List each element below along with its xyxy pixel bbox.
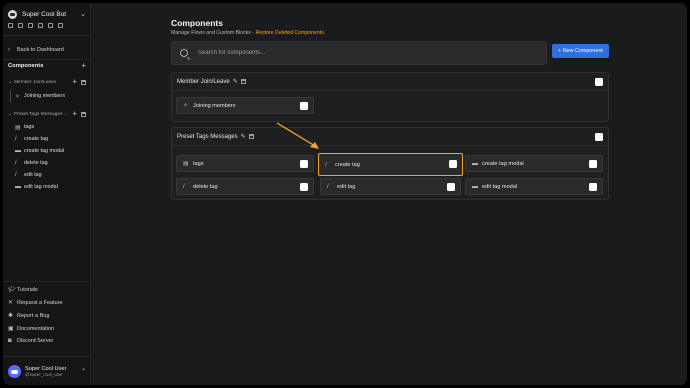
sidebar-item-label: edit tag	[24, 172, 42, 178]
avatar	[8, 365, 21, 378]
message-icon: ▤	[15, 124, 21, 131]
slash-icon: /	[15, 136, 17, 142]
trash-icon[interactable]	[81, 111, 86, 117]
link-label: Tutorials	[17, 286, 38, 293]
add-icon[interactable]: +	[72, 78, 77, 86]
discord-server-link[interactable]: ◙ Discord Server	[8, 338, 53, 344]
bot-selector[interactable]: Super Cool Bot ⌄	[8, 8, 86, 20]
tutorials-link[interactable]: 🎓︎ Tutorials	[8, 286, 38, 294]
sidebar-item-label: delete tag	[24, 160, 48, 166]
sidebar-item-label: edit tag modal	[24, 184, 58, 190]
sidebar-item-label: create tag modal	[24, 148, 65, 154]
annotation-arrow	[276, 122, 319, 149]
home-icon[interactable]	[8, 23, 13, 28]
folder-label: ⌄ Member Join/Leave	[8, 79, 57, 85]
main-content: Components Manage Flows and Custom Block…	[91, 3, 687, 385]
folder-label: ⌄ Preset Tags Messages ...	[8, 111, 68, 117]
back-to-dashboard-link[interactable]: ‹ Back to Dashboard	[8, 47, 64, 53]
bug-icon: ✱	[8, 313, 14, 319]
link-label: Request a Feature	[17, 299, 63, 306]
sidebar-item-delete-tag[interactable]: / delete tag	[11, 157, 88, 169]
sidebar-item-label: tags	[24, 124, 35, 130]
app-window: Super Cool Bot ⌄ ‹ Back to Dashboard Com…	[3, 3, 687, 385]
tools-icon: ✕	[8, 300, 14, 306]
sidebar-item-edit-tag[interactable]: / edit tag	[11, 169, 88, 181]
library-icon[interactable]	[18, 23, 23, 28]
user-handle: @super_cool_user	[25, 372, 63, 377]
globe-icon[interactable]	[38, 23, 43, 28]
add-component-icon[interactable]: +	[81, 62, 86, 70]
modal-icon: ▬	[15, 148, 21, 154]
components-title: Components	[8, 63, 44, 69]
folder-list: ▤ tags / create tag ▬ create tag modal /…	[10, 121, 88, 193]
report-bug-link[interactable]: ✱ Report a Bug	[8, 312, 50, 320]
bot-avatar	[8, 9, 17, 19]
settings-icon[interactable]	[58, 23, 63, 28]
sidebar-item-create-tag-modal[interactable]: ▬ create tag modal	[11, 145, 88, 157]
chevron-left-icon: ‹	[8, 47, 10, 53]
chevron-up-icon: ⌃	[80, 369, 86, 375]
divider	[3, 356, 91, 357]
discord-icon: ◙	[8, 338, 12, 344]
grid-icon[interactable]	[28, 23, 33, 28]
link-label: Report a Bug	[17, 312, 50, 319]
sidebar-item-joining-members[interactable]: ✧ Joining members	[11, 90, 88, 102]
folder-list: ✧ Joining members	[10, 90, 88, 102]
sidebar: Super Cool Bot ⌄ ‹ Back to Dashboard Com…	[3, 3, 91, 385]
documentation-link[interactable]: ▣ Documentation	[8, 325, 54, 333]
slash-icon: /	[15, 160, 17, 166]
bot-name: Super Cool Bot	[22, 10, 67, 18]
monitor-icon[interactable]	[48, 23, 53, 28]
sidebar-item-edit-tag-modal[interactable]: ▬ edit tag modal	[11, 181, 88, 193]
divider	[3, 59, 91, 60]
add-icon[interactable]: +	[72, 110, 77, 118]
slash-icon: /	[15, 172, 17, 178]
user-menu[interactable]: Super Cool User @super_cool_user ⌃	[8, 365, 86, 378]
folder-member-join-leave[interactable]: ⌄ Member Join/Leave +	[8, 78, 86, 86]
chevron-down-icon: ⌄	[80, 11, 86, 18]
request-feature-link[interactable]: ✕ Request a Feature	[8, 299, 63, 307]
modal-icon: ▬	[15, 184, 21, 190]
back-label: Back to Dashboard	[17, 47, 64, 53]
components-header: Components +	[8, 62, 86, 70]
link-label: Documentation	[17, 325, 54, 332]
link-label: Discord Server	[17, 338, 54, 344]
divider	[3, 281, 91, 282]
arrow-shaft	[276, 122, 316, 147]
divider	[3, 35, 91, 36]
sidebar-item-label: create tag	[24, 136, 48, 142]
book-icon: ▣	[8, 326, 14, 332]
sidebar-icon-row	[8, 23, 63, 28]
folder-preset-tags[interactable]: ⌄ Preset Tags Messages ... +	[8, 110, 86, 118]
trash-icon[interactable]	[81, 79, 86, 85]
sidebar-item-create-tag[interactable]: / create tag	[11, 133, 88, 145]
sparkle-icon: ✧	[15, 93, 21, 100]
sidebar-item-label: Joining members	[24, 93, 66, 99]
graduation-cap-icon: 🎓︎	[8, 287, 16, 293]
sidebar-item-tags[interactable]: ▤ tags	[11, 121, 88, 133]
